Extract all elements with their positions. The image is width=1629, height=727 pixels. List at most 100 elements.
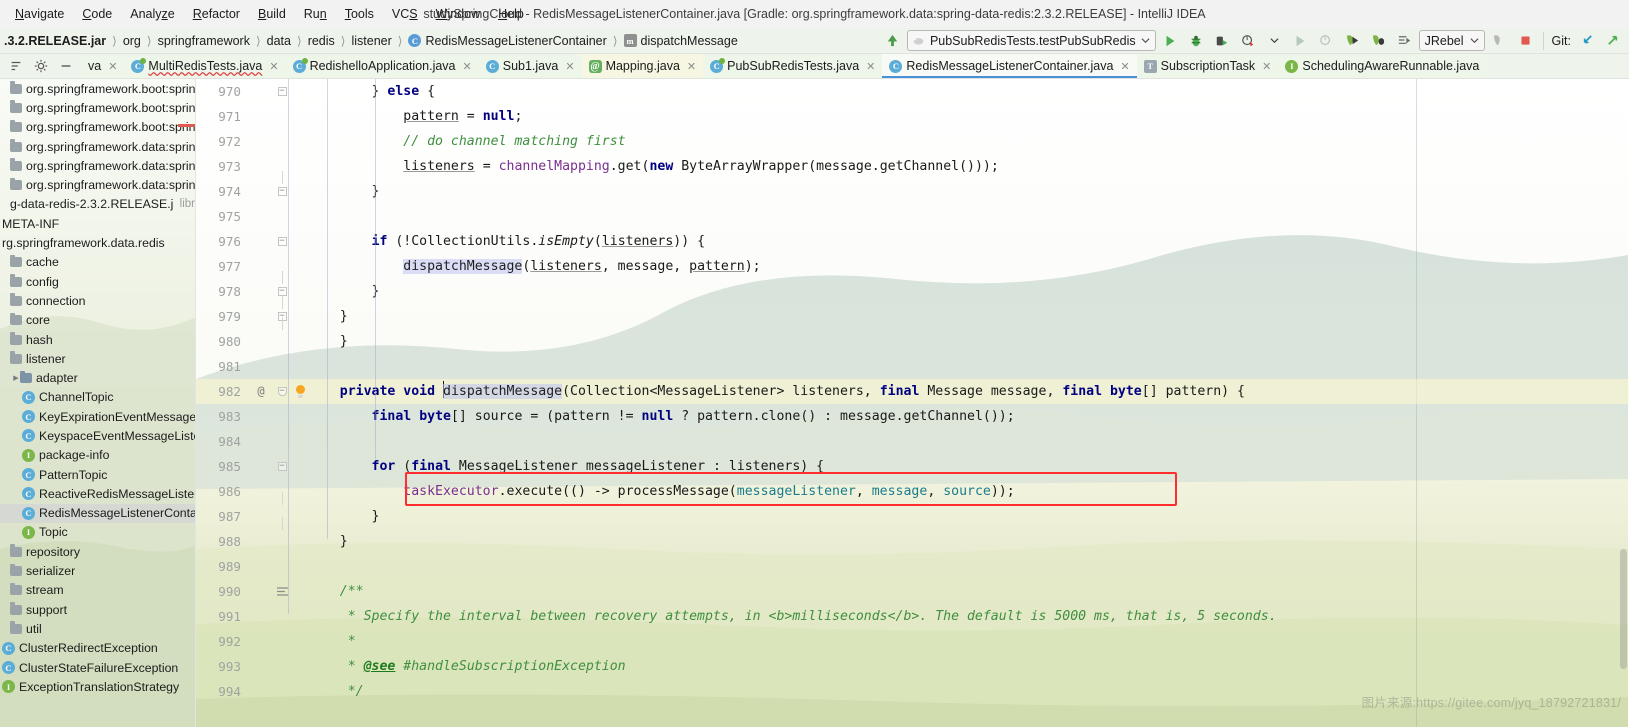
close-icon[interactable]: ✕ <box>1120 60 1129 73</box>
tree-row-cache[interactable]: cache <box>0 253 195 272</box>
close-icon[interactable]: ✕ <box>269 60 278 73</box>
tree-row[interactable]: org.springframework.boot:spring- <box>0 118 195 137</box>
tree-row-topic[interactable]: I Topic <box>0 523 195 542</box>
jrebel-selector[interactable]: JRebel <box>1418 30 1485 51</box>
fold-marker[interactable]: − <box>272 87 292 96</box>
code-line[interactable]: 992 * <box>196 629 1629 654</box>
attach-process-button[interactable] <box>1393 30 1416 52</box>
fold-marker[interactable]: − <box>272 387 292 396</box>
code-line[interactable]: 970 − } else { <box>196 79 1629 104</box>
tree-row-package-root[interactable]: rg.springframework.data.redis <box>0 233 195 252</box>
code-line[interactable]: 974 − } <box>196 171 1629 204</box>
run-button[interactable] <box>1159 30 1182 52</box>
override-marker-icon[interactable]: @ <box>250 379 272 404</box>
tree-row-patterntopic[interactable]: C PatternTopic <box>0 465 195 484</box>
intention-bulb-icon[interactable] <box>292 385 308 398</box>
code-line[interactable]: 980 } <box>196 316 1629 354</box>
tree-row-channeltopic[interactable]: C ChannelTopic <box>0 388 195 407</box>
tree-row-core[interactable]: core <box>0 311 195 330</box>
code-line[interactable]: 983 final byte[] source = (pattern != nu… <box>196 404 1629 429</box>
project-tree-panel[interactable]: org.springframework.boot:spring-b org.sp… <box>0 79 196 727</box>
editor-tab-subscriptiontask[interactable]: T SubscriptionTask ✕ <box>1136 54 1279 78</box>
git-update-button[interactable] <box>1576 30 1599 52</box>
tree-row-serializer[interactable]: serializer <box>0 561 195 580</box>
code-line[interactable]: 985 − for (final MessageListener message… <box>196 454 1629 479</box>
update-project-button[interactable] <box>881 30 904 52</box>
menu-item-vcs[interactable]: VCS <box>383 4 427 24</box>
editor-tab-sub1[interactable]: C Sub1.java ✕ <box>478 54 582 78</box>
editor-scrollbar-thumb[interactable] <box>1620 549 1627 669</box>
git-commit-button[interactable] <box>1602 30 1625 52</box>
tree-row-repository[interactable]: repository <box>0 542 195 561</box>
run-configuration-selector[interactable]: PubSubRedisTests.testPubSubRedis <box>906 30 1156 51</box>
code-line-current[interactable]: 982 @ − private void dispatchMessage(Col… <box>196 379 1629 404</box>
tree-row-adapter[interactable]: ▶ adapter <box>0 368 195 387</box>
breadcrumb-item-listener[interactable]: listener <box>347 28 395 53</box>
tree-row-keyspaceeventmessagelistener[interactable]: C KeyspaceEventMessageListen <box>0 426 195 445</box>
menu-item-tools[interactable]: Tools <box>336 4 383 24</box>
tree-row-support[interactable]: support <box>0 600 195 619</box>
fold-marker[interactable]: − <box>272 171 292 196</box>
editor-tab-redismessagelistenercontainer[interactable]: C RedisMessageListenerContainer.java ✕ <box>882 54 1137 78</box>
menu-item-build[interactable]: Build <box>249 4 295 24</box>
menu-item-run[interactable]: Run <box>295 4 336 24</box>
menu-item-navigate[interactable]: Navigate <box>6 4 73 24</box>
tree-row-reactiveredismessagelistener[interactable]: C ReactiveRedisMessageListene <box>0 484 195 503</box>
breadcrumb-item-jar[interactable]: .3.2.RELEASE.jar <box>0 28 110 53</box>
breadcrumb-item-data[interactable]: data <box>263 28 295 53</box>
tree-row[interactable]: org.springframework.data:spring-d <box>0 175 195 194</box>
close-icon[interactable]: ✕ <box>108 60 117 73</box>
fold-marker[interactable]: − <box>272 271 292 296</box>
tree-row[interactable]: org.springframework.boot:spring-b <box>0 98 195 117</box>
editor-tab-redishelloapplication[interactable]: C RedishelloApplication.java ✕ <box>285 54 479 78</box>
menu-item-code[interactable]: Code <box>73 4 121 24</box>
editor-tab-clipped[interactable]: va ✕ <box>81 54 125 78</box>
tree-row-metainf[interactable]: META-INF <box>0 214 195 233</box>
code-line[interactable]: 975 <box>196 204 1629 229</box>
tree-row-jar[interactable]: g-data-redis-2.3.2.RELEASE.jar libr <box>0 195 195 214</box>
jrebel-debug-button[interactable] <box>1367 30 1390 52</box>
tree-row-exceptiontranslationstrategy[interactable]: I ExceptionTranslationStrategy <box>0 677 195 696</box>
breadcrumb-item-org[interactable]: org <box>119 28 145 53</box>
code-line[interactable]: 993 * @see #handleSubscriptionException <box>196 654 1629 679</box>
code-line[interactable]: 978 − } <box>196 271 1629 304</box>
code-line[interactable]: 989 <box>196 554 1629 579</box>
tree-row-stream[interactable]: stream <box>0 581 195 600</box>
tree-row-keyexpirationeventmessagelistener[interactable]: C KeyExpirationEventMessageLi <box>0 407 195 426</box>
menu-item-help[interactable]: Help <box>489 4 533 24</box>
tree-row-clusterstatefailureexception[interactable]: C ClusterStateFailureException <box>0 658 195 677</box>
breadcrumb-item-class[interactable]: C RedisMessageListenerContainer <box>404 28 610 53</box>
breadcrumb-item-redis[interactable]: redis <box>304 28 339 53</box>
tree-row-redismessagelistenercontainer[interactable]: C RedisMessageListenerContain <box>0 503 195 523</box>
profile-dropdown-button[interactable] <box>1263 30 1286 52</box>
code-line[interactable]: 991 * Specify the interval between recov… <box>196 604 1629 629</box>
menu-item-refactor[interactable]: Refactor <box>184 4 249 24</box>
jrebel-run-button[interactable] <box>1341 30 1364 52</box>
close-icon[interactable]: ✕ <box>687 60 696 73</box>
tree-row-package-info[interactable]: Ipackage-info <box>0 446 195 465</box>
menu-item-window[interactable]: Window <box>427 4 489 24</box>
profile-button[interactable] <box>1237 30 1260 52</box>
menu-item-analyze[interactable]: Analyze <box>121 4 183 24</box>
code-line[interactable]: 981 <box>196 354 1629 379</box>
close-icon[interactable]: ✕ <box>1262 60 1271 73</box>
code-content[interactable]: 970 − } else { 971 pattern = null; 972 /… <box>196 79 1629 727</box>
fold-marker-doc[interactable] <box>272 586 292 598</box>
breadcrumb-item-springframework[interactable]: springframework <box>154 28 254 53</box>
fold-marker[interactable]: − <box>272 462 292 471</box>
code-line[interactable]: 976 − if (!CollectionUtils.isEmpty(liste… <box>196 229 1629 254</box>
editor-tab-multiredistests[interactable]: C MultiRedisTests.java ✕ <box>124 54 286 78</box>
debug-button[interactable] <box>1185 30 1208 52</box>
sort-tabs-button[interactable] <box>4 55 27 77</box>
stop-button[interactable] <box>1514 30 1537 52</box>
tree-row[interactable]: org.springframework.data:spring-d <box>0 156 195 175</box>
tree-row-clusterredirectexception[interactable]: C ClusterRedirectException <box>0 639 195 658</box>
code-line[interactable]: 977 dispatchMessage(listeners, message, … <box>196 254 1629 279</box>
run-with-coverage-button[interactable] <box>1211 30 1234 52</box>
tree-row-hash[interactable]: hash <box>0 330 195 349</box>
code-line[interactable]: 972 // do channel matching first <box>196 129 1629 154</box>
fold-marker[interactable]: − <box>272 237 292 246</box>
tree-row-util[interactable]: util <box>0 619 195 638</box>
code-line[interactable]: 973 listeners = channelMapping.get(new B… <box>196 154 1629 179</box>
code-line[interactable]: 988 } <box>196 516 1629 554</box>
